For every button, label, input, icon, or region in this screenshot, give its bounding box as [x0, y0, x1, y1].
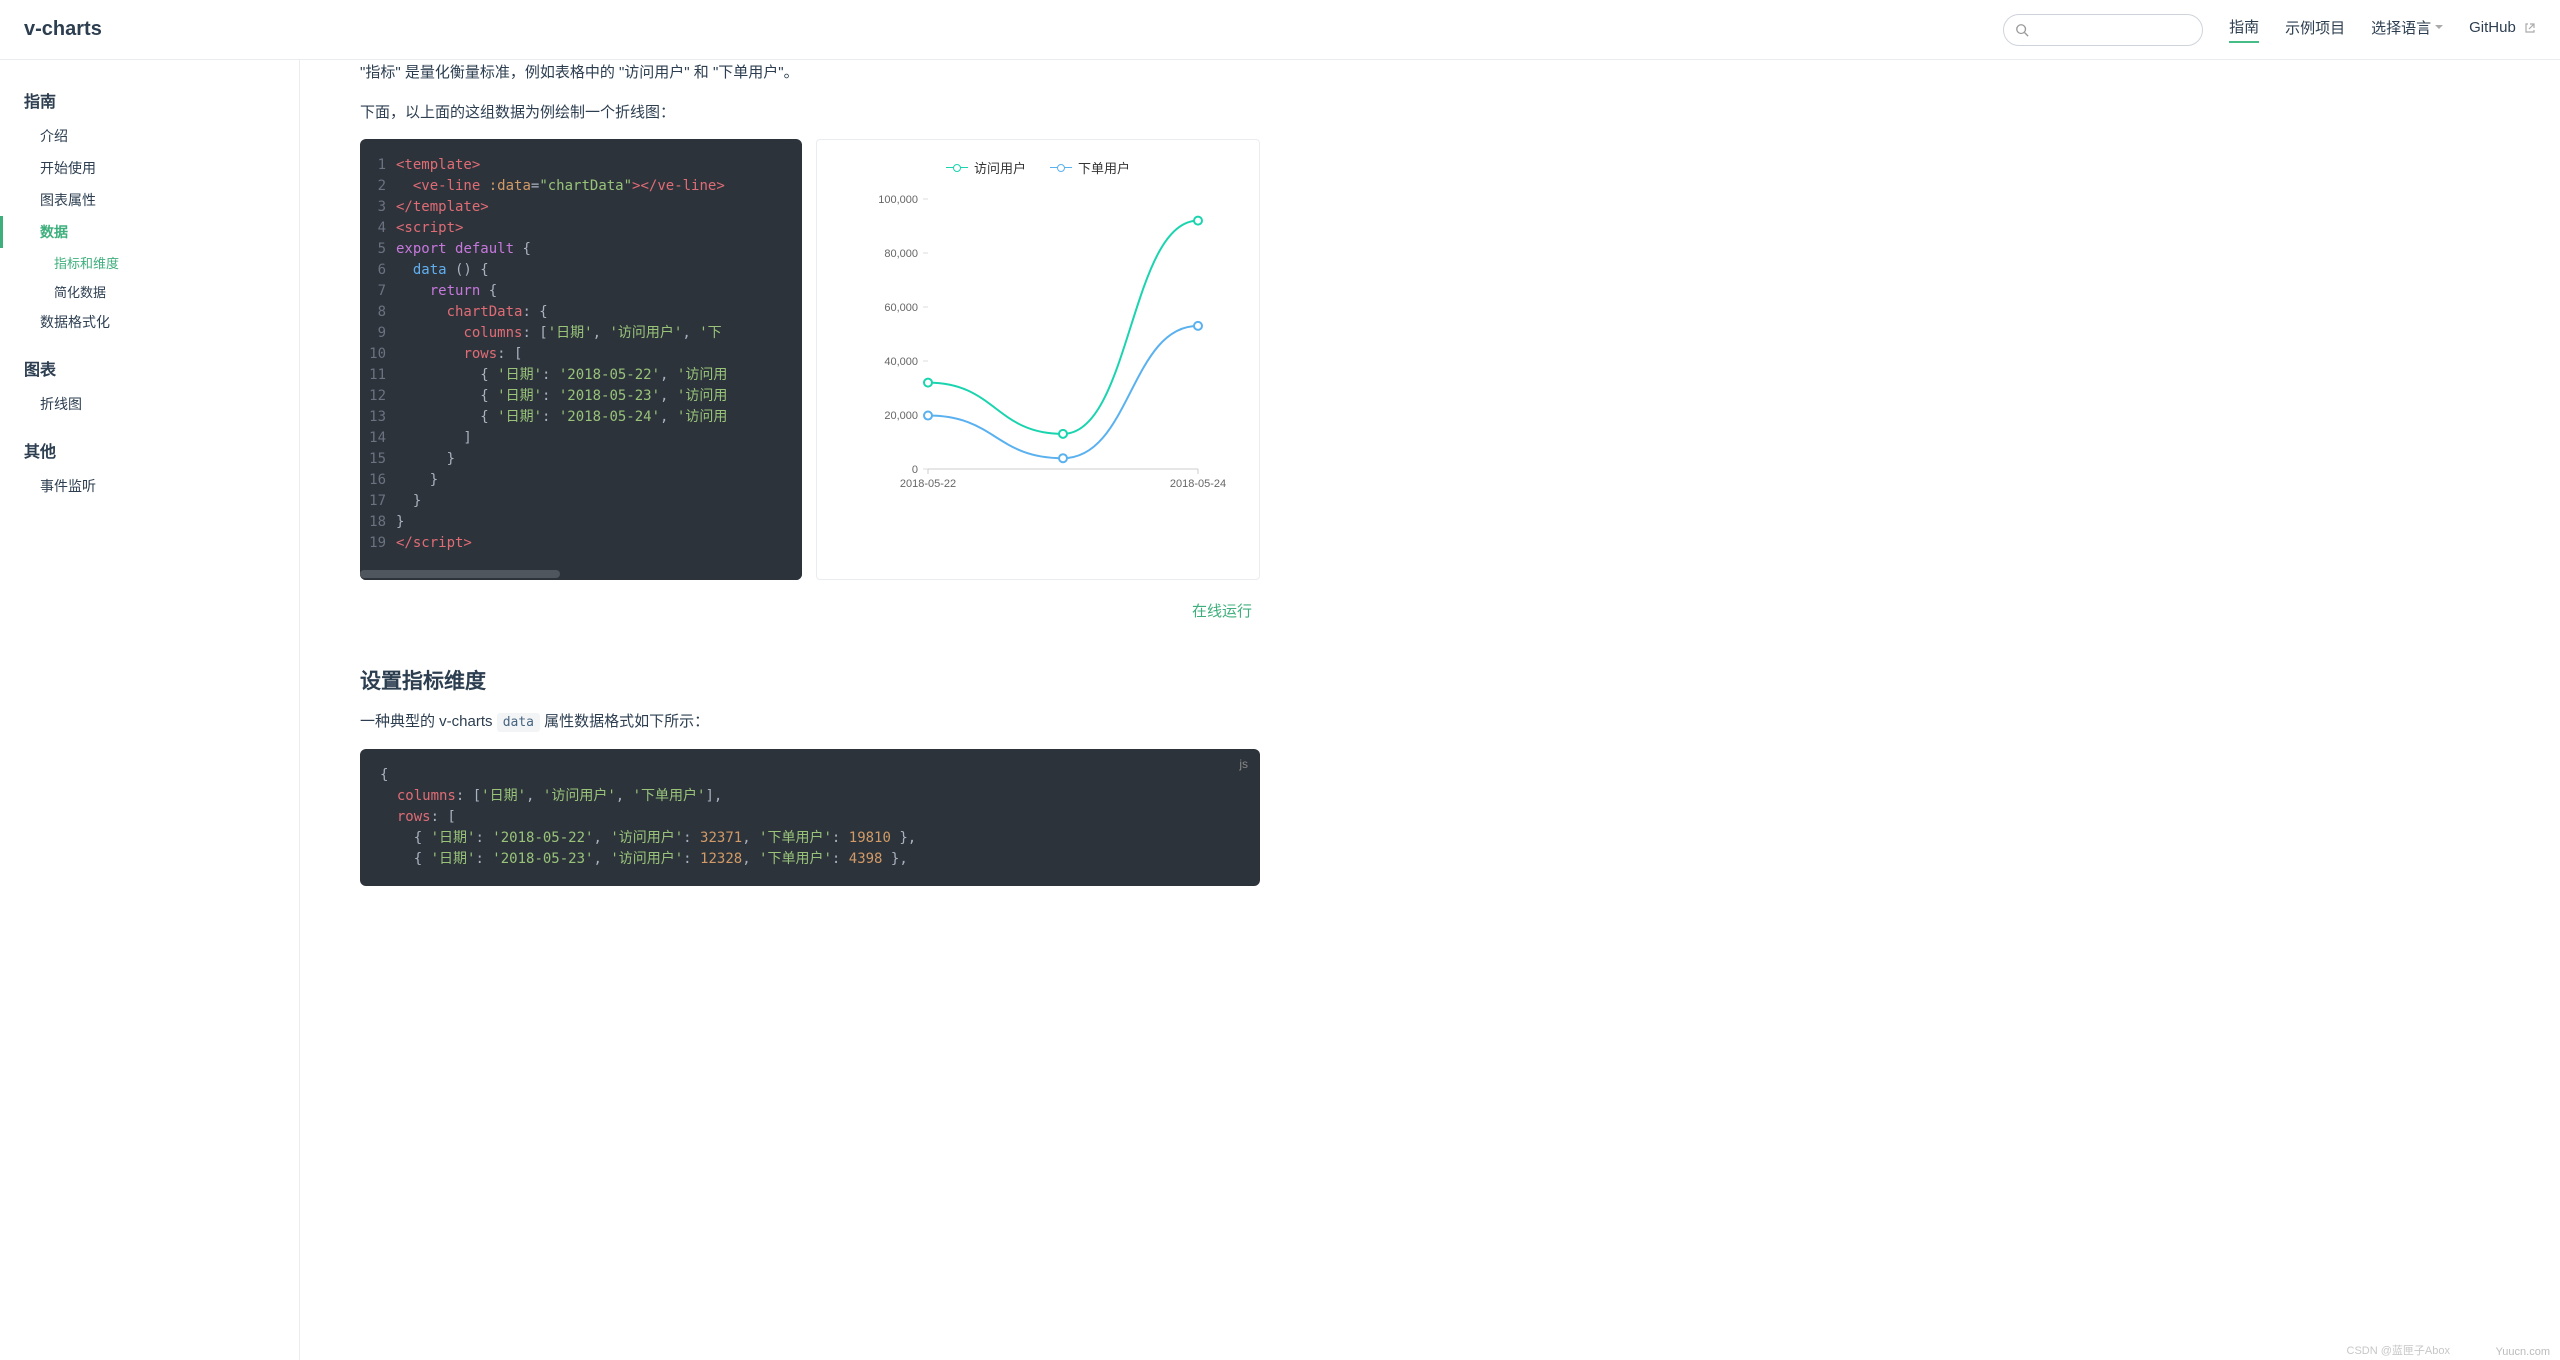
chart-panel: 访问用户 下单用户 0 20,000 40,000 60,000 80,000 100,00… [816, 139, 1260, 580]
svg-text:2018-05-24: 2018-05-24 [1170, 478, 1226, 490]
external-link-icon [2524, 22, 2536, 34]
nav-guide[interactable]: 指南 [2229, 16, 2259, 43]
intro-paragraph-1: "指标" 是量化衡量标准，例如表格中的 "访问用户" 和 "下单用户"。 [360, 60, 1260, 86]
sidebar-item[interactable]: 图表属性 [24, 184, 275, 216]
svg-text:40,000: 40,000 [884, 356, 918, 368]
online-run-link[interactable]: 在线运行 [1192, 603, 1252, 620]
svg-text:100,000: 100,000 [878, 194, 918, 206]
sidebar-item[interactable]: 开始使用 [24, 152, 275, 184]
scrollbar-track[interactable] [360, 570, 802, 580]
logo[interactable]: v-charts [24, 18, 102, 41]
nav-sample[interactable]: 示例项目 [2285, 17, 2345, 42]
code-block-data: js { columns: ['日期', '访问用户', '下单用户'], ro… [360, 749, 1260, 886]
legend-item[interactable]: 下单用户 [1050, 158, 1130, 177]
sidebar-item[interactable]: 事件监听 [24, 470, 275, 502]
sidebar-heading: 指南 [24, 80, 275, 120]
legend-item[interactable]: 访问用户 [946, 158, 1026, 177]
code-lang-label: js [1239, 757, 1248, 771]
code-block-template: 1<template> 2 <ve-line :data="chartData"… [360, 139, 802, 580]
svg-text:2018-05-22: 2018-05-22 [900, 478, 956, 490]
sidebar-heading: 其他 [24, 430, 275, 470]
chart-legend: 访问用户 下单用户 [817, 158, 1259, 177]
svg-text:0: 0 [912, 464, 918, 476]
search-icon [2015, 23, 2029, 37]
sidebar-sub-item[interactable]: 简化数据 [24, 277, 275, 306]
section-paragraph: 一种典型的 v-charts data 属性数据格式如下所示： [360, 709, 1260, 735]
svg-text:80,000: 80,000 [884, 248, 918, 260]
header-nav: 指南 示例项目 选择语言 GitHub [2003, 14, 2536, 46]
svg-text:60,000: 60,000 [884, 302, 918, 314]
search-input[interactable] [2003, 14, 2203, 46]
sidebar-heading: 图表 [24, 348, 275, 388]
sidebar-item[interactable]: 介绍 [24, 120, 275, 152]
online-run-row: 在线运行 [360, 600, 1260, 621]
content: "指标" 是量化衡量标准，例如表格中的 "访问用户" 和 "下单用户"。 下面，… [300, 60, 1300, 926]
sidebar: 指南介绍开始使用图表属性数据指标和维度简化数据数据格式化图表折线图其他事件监听 [0, 60, 300, 1360]
inline-code-data: data [497, 713, 540, 732]
watermark-yuucn: Yuucn.com [2496, 1346, 2550, 1358]
svg-text:20,000: 20,000 [884, 410, 918, 422]
sidebar-item[interactable]: 数据格式化 [24, 306, 275, 338]
search-box [2003, 14, 2203, 46]
watermark-csdn: CSDN @蓝匣子Abox [2347, 1342, 2450, 1358]
scrollbar-thumb[interactable] [360, 570, 560, 578]
header: v-charts 指南 示例项目 选择语言 GitHub [0, 0, 2560, 60]
nav-github[interactable]: GitHub [2469, 19, 2536, 40]
sidebar-sub-item[interactable]: 指标和维度 [24, 248, 275, 277]
sidebar-item[interactable]: 数据 [0, 216, 275, 248]
sidebar-item[interactable]: 折线图 [24, 388, 275, 420]
nav-language[interactable]: 选择语言 [2371, 17, 2443, 42]
intro-paragraph-2: 下面，以上面的这组数据为例绘制一个折线图： [360, 100, 1260, 126]
line-chart: 0 20,000 40,000 60,000 80,000 100,000 2018-05-… [817, 189, 1259, 499]
section-title: 设置指标维度 [360, 665, 1260, 695]
